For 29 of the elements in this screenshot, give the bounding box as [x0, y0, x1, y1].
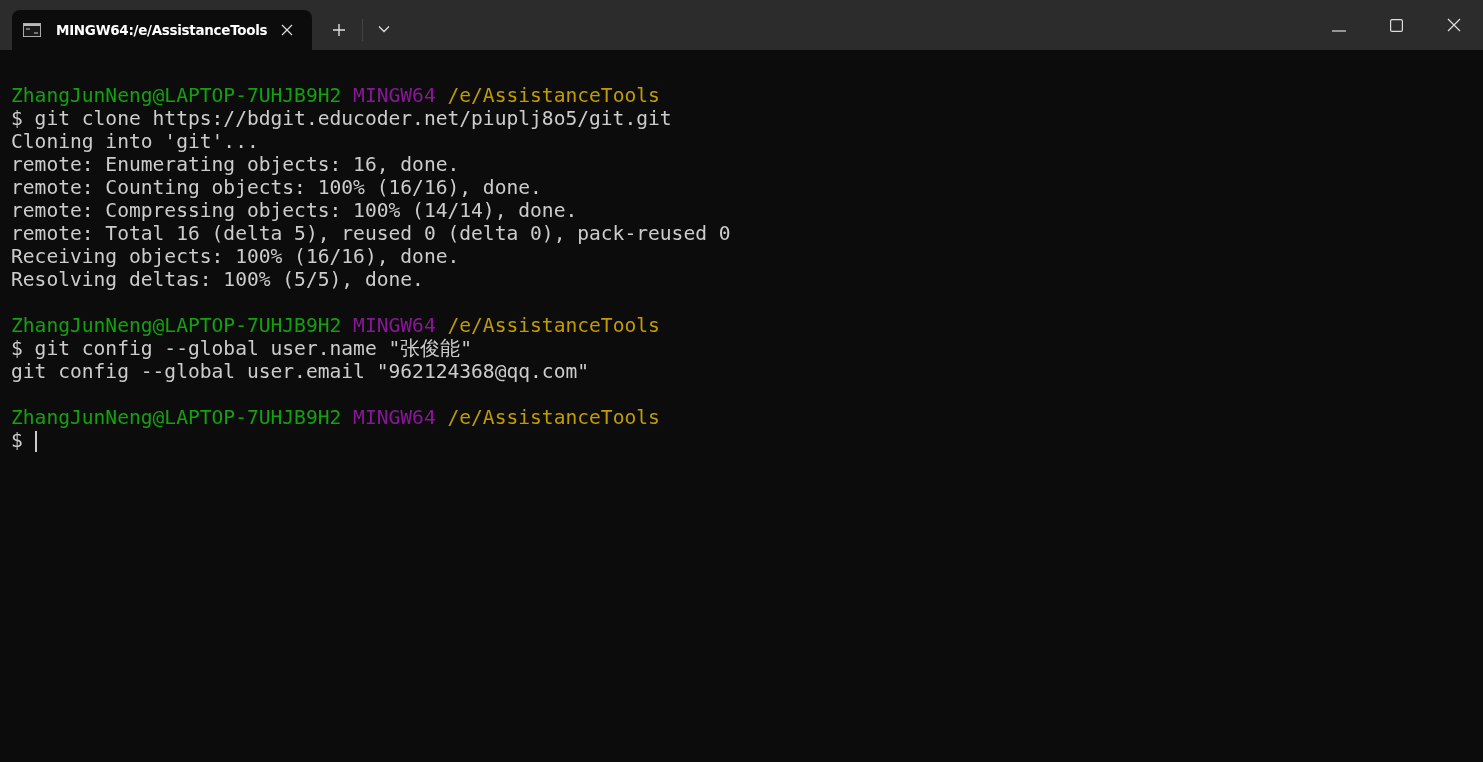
output-line: remote: Compressing objects: 100% (14/14), done.	[11, 199, 578, 222]
output-line: remote: Total 16 (delta 5), reused 0 (delta 0), pack-reused 0	[11, 222, 731, 245]
output-line: Cloning into 'git'...	[11, 130, 259, 153]
terminal-tab[interactable]: MINGW64:/e/AssistanceTools	[12, 10, 312, 50]
terminal-icon	[23, 23, 41, 37]
dropdown-chevron-icon[interactable]	[378, 25, 390, 33]
prompt-system: MINGW64	[353, 406, 436, 429]
prompt-user-host: ZhangJunNeng@LAPTOP-7UHJB9H2	[11, 314, 342, 337]
new-tab-icon[interactable]	[332, 23, 346, 37]
output-line: remote: Counting objects: 100% (16/16), done.	[11, 176, 542, 199]
prompt-symbol: $	[11, 429, 23, 452]
output-line: git config --global user.email "962124368@qq.com"	[11, 360, 590, 383]
prompt-system: MINGW64	[353, 314, 436, 337]
maximize-icon[interactable]	[1390, 19, 1403, 32]
prompt-path: /e/AssistanceTools	[447, 84, 660, 107]
close-icon[interactable]	[1447, 18, 1461, 32]
prompt-path: /e/AssistanceTools	[447, 314, 660, 337]
prompt-symbol: $	[11, 107, 23, 130]
output-line: remote: Enumerating objects: 16, done.	[11, 153, 460, 176]
command-text: git config --global user.name "张俊能"	[34, 337, 473, 360]
command-text: git clone https://bdgit.educoder.net/piuplj8o5/git.git	[34, 107, 672, 130]
prompt-symbol: $	[11, 337, 23, 360]
prompt-path: /e/AssistanceTools	[447, 406, 660, 429]
prompt-system: MINGW64	[353, 84, 436, 107]
prompt-user-host: ZhangJunNeng@LAPTOP-7UHJB9H2	[11, 406, 342, 429]
close-tab-icon[interactable]	[281, 24, 293, 36]
prompt-user-host: ZhangJunNeng@LAPTOP-7UHJB9H2	[11, 84, 342, 107]
output-line: Receiving objects: 100% (16/16), done.	[11, 245, 460, 268]
output-line: Resolving deltas: 100% (5/5), done.	[11, 268, 424, 291]
